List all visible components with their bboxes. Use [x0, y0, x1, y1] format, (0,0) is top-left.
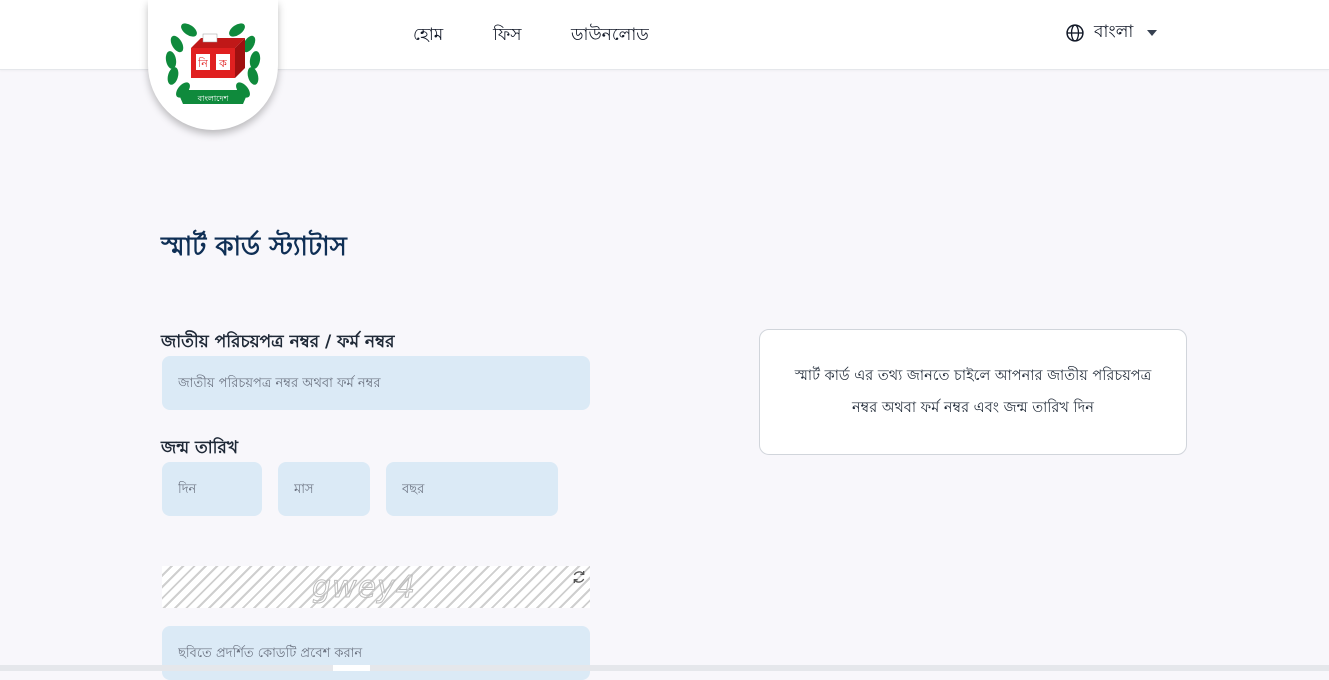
logo-ribbon-text: বাংলাদেশ: [197, 94, 229, 103]
nav-fees[interactable]: ফিস: [493, 22, 522, 50]
globe-icon: [1066, 24, 1084, 42]
refresh-icon[interactable]: [571, 569, 587, 585]
ballot-letter-left: নি: [197, 57, 208, 70]
ballot-box-emblem-icon: নি ক বাংলাদেশ: [165, 23, 261, 104]
top-header: নি ক বাংলাদেশ হোম ফিস ডাউনলোড বাংলা: [0, 0, 1329, 130]
nid-input[interactable]: [162, 356, 590, 410]
dob-month-input[interactable]: [278, 462, 370, 516]
language-selector[interactable]: বাংলা: [1065, 21, 1158, 45]
captcha-code: gwey4: [312, 570, 416, 606]
dob-label: জন্ম তারিখ: [161, 438, 239, 458]
info-text: স্মার্ট কার্ড এর তথ্য জানতে চাইলে আপনার …: [794, 368, 1152, 416]
language-label: বাংলা: [1094, 22, 1134, 42]
nid-label: জাতীয় পরিচয়পত্র নম্বর / ফর্ম নম্বর: [161, 332, 395, 352]
info-box: স্মার্ট কার্ড এর তথ্য জানতে চাইলে আপনার …: [759, 329, 1187, 455]
caret-down-icon: [1147, 30, 1158, 36]
nav-download[interactable]: ডাউনলোড: [571, 22, 649, 50]
captcha-image: gwey4: [162, 566, 590, 608]
dob-year-input[interactable]: [386, 462, 558, 516]
horizontal-scrollbar[interactable]: [0, 665, 1329, 671]
page-title: স্মার্ট কার্ড স্ট্যাটাস: [161, 232, 347, 262]
ballot-letter-right: ক: [218, 57, 227, 70]
nav-home[interactable]: হোম: [413, 22, 443, 50]
site-logo[interactable]: নি ক বাংলাদেশ: [148, 0, 278, 130]
scrollbar-thumb[interactable]: [333, 665, 370, 671]
captcha-input[interactable]: [162, 626, 590, 680]
dob-day-input[interactable]: [162, 462, 262, 516]
